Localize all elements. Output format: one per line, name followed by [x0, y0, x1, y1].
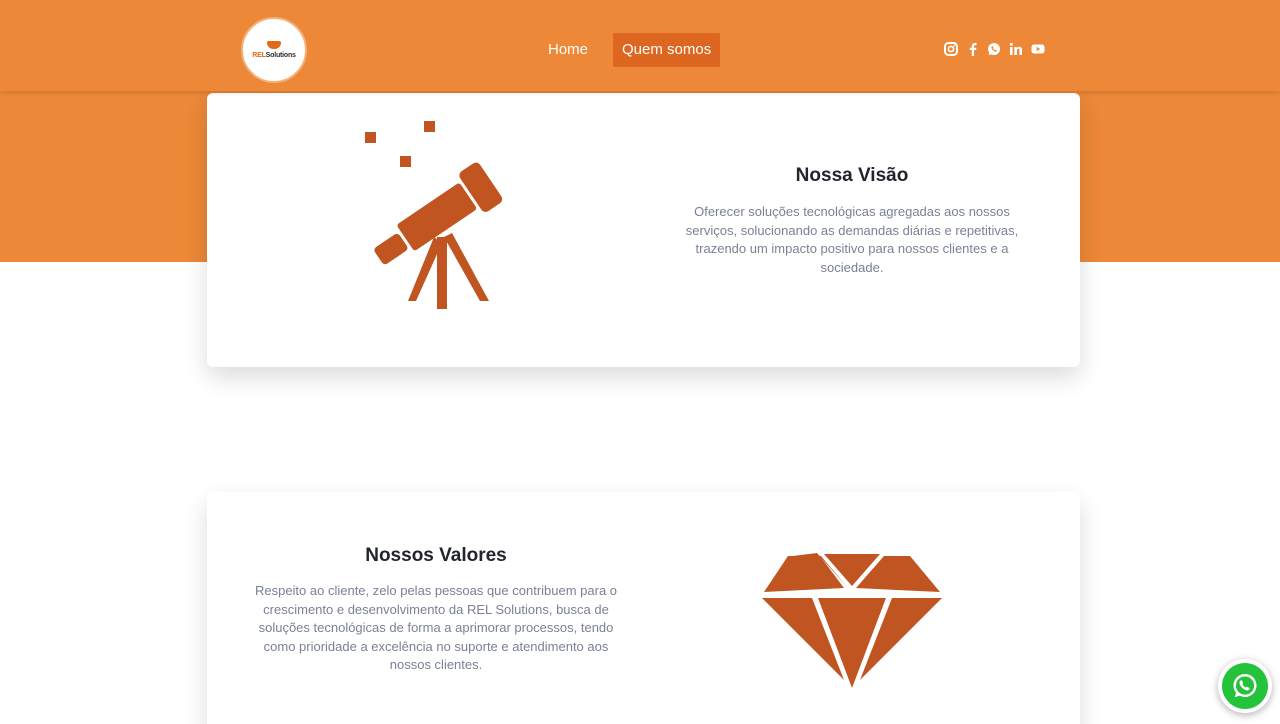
values-card: Nossos Valores Respeito ao cliente, zelo…	[207, 492, 1080, 724]
whatsapp-float-button[interactable]	[1218, 659, 1272, 713]
instagram-icon[interactable]	[944, 42, 958, 56]
youtube-icon[interactable]	[1031, 42, 1045, 56]
nav-home-link[interactable]: Home	[539, 33, 597, 67]
linkedin-icon[interactable]	[1009, 42, 1023, 56]
diamond-icon	[762, 553, 942, 688]
vision-title: Nossa Visão	[795, 165, 909, 186]
nav-quem-somos-link[interactable]: Quem somos	[613, 33, 721, 67]
vision-card: Nossa Visão Oferecer soluções tecnológic…	[207, 93, 1080, 367]
top-navbar: RELSolutions Home Quem somos	[0, 0, 1280, 91]
logo-mark	[267, 41, 281, 49]
whatsapp-icon[interactable]	[987, 42, 1001, 56]
values-title: Nossos Valores	[365, 545, 507, 566]
vision-text: Oferecer soluções tecnológicas agregadas…	[685, 204, 1019, 275]
values-text: Respeito ao cliente, zelo pelas pessoas …	[254, 583, 618, 672]
whatsapp-icon	[1222, 663, 1268, 709]
logo-text: RELSolutions	[252, 52, 296, 59]
site-logo[interactable]: RELSolutions	[241, 17, 307, 83]
facebook-icon[interactable]	[966, 42, 980, 56]
telescope-icon	[365, 121, 503, 309]
